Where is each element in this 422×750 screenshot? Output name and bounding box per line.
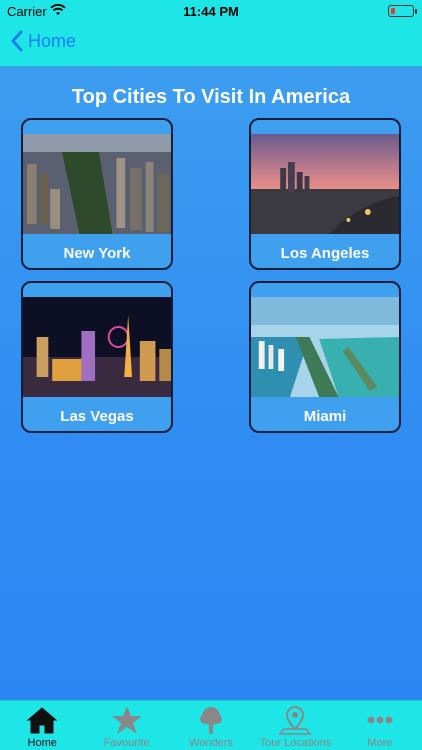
tab-label: Home xyxy=(27,737,57,749)
battery-icon xyxy=(388,5,417,17)
los-angeles-image xyxy=(251,134,399,234)
miami-image xyxy=(251,297,399,397)
tab-more[interactable]: More xyxy=(338,701,422,750)
home-icon xyxy=(26,707,58,734)
new-york-image xyxy=(23,134,171,234)
more-icon xyxy=(367,716,393,724)
city-card-miami[interactable]: Miami xyxy=(249,281,401,433)
star-icon xyxy=(111,706,142,734)
city-card-new-york[interactable]: New York xyxy=(21,118,173,270)
city-name: Los Angeles xyxy=(280,245,370,262)
tree-icon xyxy=(200,707,223,734)
tab-label: Wonders xyxy=(189,737,233,749)
city-name: Miami xyxy=(303,408,347,425)
tab-label: More xyxy=(367,737,393,749)
city-name: Las Vegas xyxy=(60,408,134,425)
tab-favourite[interactable]: Favourite xyxy=(84,701,168,750)
tab-label: Favourite xyxy=(103,737,150,749)
map-pin-icon xyxy=(278,705,312,735)
chevron-left-icon xyxy=(11,30,23,52)
tab-label: Tour Locations xyxy=(259,737,332,749)
status-time: 11:44 PM xyxy=(183,4,239,19)
navigation-bar: Home xyxy=(0,22,422,66)
city-name: New York xyxy=(63,245,131,262)
page-title: Top Cities To Visit In America xyxy=(71,86,351,108)
city-card-las-vegas[interactable]: Las Vegas xyxy=(21,281,173,433)
status-bar: Carrier 11:44 PM xyxy=(0,0,422,22)
las-vegas-image xyxy=(23,297,171,397)
city-card-los-angeles[interactable]: Los Angeles xyxy=(249,118,401,270)
tab-bar: Home Favourite Wonders Tour Locations Mo… xyxy=(0,700,422,750)
back-button-label: Home xyxy=(28,30,77,51)
tab-wonders[interactable]: Wonders xyxy=(169,701,253,750)
back-button[interactable]: Home xyxy=(10,30,76,52)
tab-tour-locations[interactable]: Tour Locations xyxy=(253,701,337,750)
tab-home[interactable]: Home xyxy=(0,701,84,750)
